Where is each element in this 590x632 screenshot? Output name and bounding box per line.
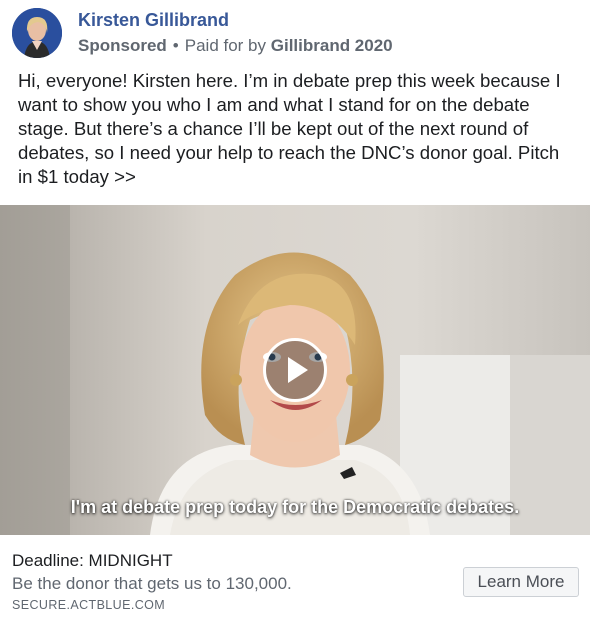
play-button[interactable] <box>263 338 327 402</box>
separator-dot: • <box>172 36 179 55</box>
link-domain: SECURE.ACTBLUE.COM <box>12 598 166 612</box>
sponsored-line: Sponsored • Paid for by Gillibrand 2020 <box>78 36 393 56</box>
link-headline[interactable]: Deadline: MIDNIGHT <box>12 551 173 571</box>
avatar-image <box>12 8 62 58</box>
post-body-text: Hi, everyone! Kirsten here. I’m in debat… <box>18 70 561 187</box>
avatar[interactable] <box>12 8 62 58</box>
learn-more-button[interactable]: Learn More <box>463 567 579 597</box>
sponsored-label: Sponsored <box>78 36 167 55</box>
play-icon <box>288 357 308 383</box>
link-preview-footer[interactable]: Deadline: MIDNIGHT Be the donor that get… <box>0 535 590 632</box>
paid-for-name-link[interactable]: Gillibrand 2020 <box>271 36 393 55</box>
paid-for-prefix: Paid for by <box>184 36 267 55</box>
post-header: Kirsten Gillibrand Sponsored • Paid for by… <box>12 8 582 62</box>
video-caption: I'm at debate prep today for the Democra… <box>70 497 520 517</box>
page-name-link[interactable]: Kirsten Gillibrand <box>78 10 229 31</box>
link-description: Be the donor that gets us to 130,000. <box>12 574 292 593</box>
